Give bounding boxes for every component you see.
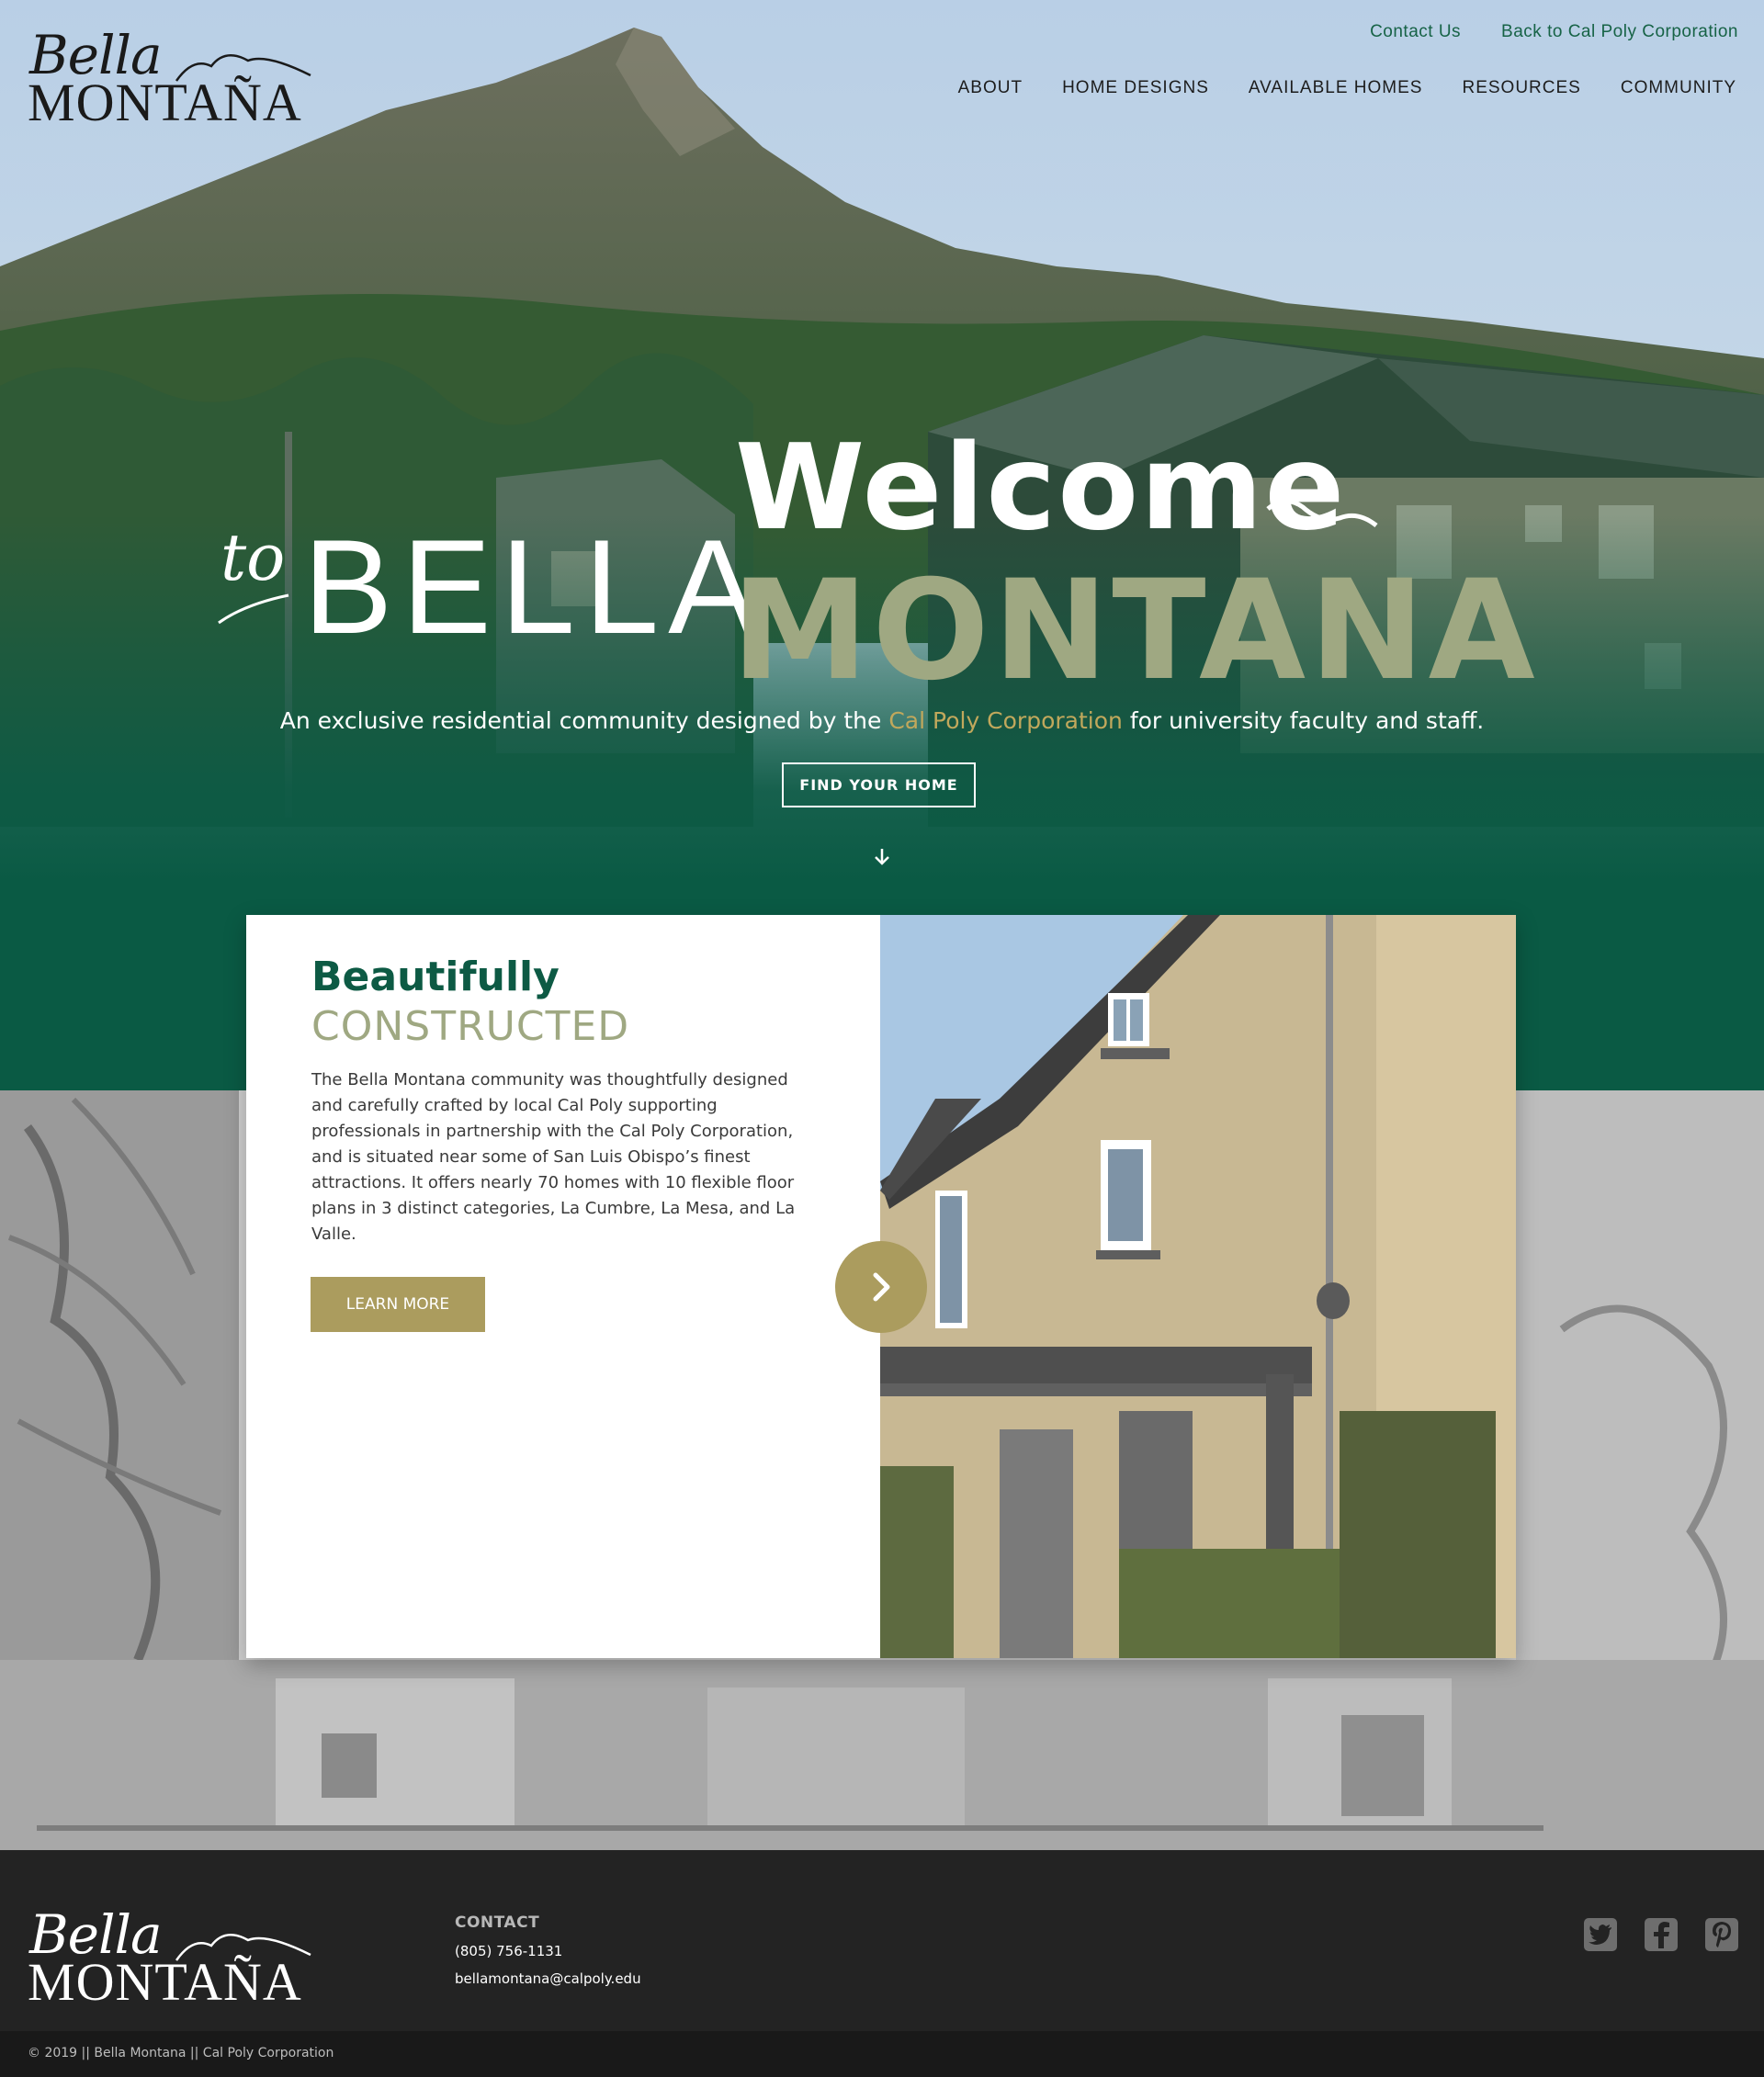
learn-more-button[interactable]: LEARN MORE <box>311 1277 485 1332</box>
contact-title: CONTACT <box>455 1913 540 1932</box>
swoosh-decoration-icon <box>1266 499 1378 527</box>
copyright-bar: © 2019 || Bella Montana || Cal Poly Corp… <box>0 2031 1764 2077</box>
copyright-text: © 2019 || Bella Montana || Cal Poly Corp… <box>28 2046 334 2060</box>
contact-us-link[interactable]: Contact Us <box>1370 22 1461 42</box>
nav-item-home-designs[interactable]: HOME DESIGNS <box>1062 78 1209 98</box>
hero-to-text: to <box>220 520 286 595</box>
tagline-text-start: An exclusive residential community desig… <box>279 707 889 734</box>
feature-heading-light: CONSTRUCTED <box>311 1003 630 1050</box>
feature-heading-bold: Beautifully <box>311 954 560 1000</box>
contact-phone[interactable]: (805) 756-1131 <box>455 1943 641 1959</box>
swoosh-small-decoration-icon <box>218 593 289 625</box>
feature-card-text: Beautifully CONSTRUCTED The Bella Montan… <box>246 915 880 1658</box>
find-your-home-button[interactable]: FIND YOUR HOME <box>782 762 976 807</box>
cal-poly-corporation-link[interactable]: Cal Poly Corporation <box>888 707 1123 734</box>
nav-item-community[interactable]: COMMUNITY <box>1621 78 1736 98</box>
feature-card: Beautifully CONSTRUCTED The Bella Montan… <box>246 915 1516 1658</box>
main-nav: ABOUT HOME DESIGNS AVAILABLE HOMES RESOU… <box>958 78 1736 98</box>
nav-item-available-homes[interactable]: AVAILABLE HOMES <box>1249 78 1423 98</box>
footer-contact: CONTACT (805) 756-1131 bellamontana@calp… <box>455 1913 641 1987</box>
footer-logo[interactable]: Bella MONTAÑA <box>28 1903 322 2012</box>
hero-tagline: An exclusive residential community desig… <box>0 707 1764 734</box>
hero-montana-text: MONTANA <box>731 551 1539 711</box>
tagline-text-end: for university faculty and staff. <box>1122 707 1485 734</box>
site-footer: Bella MONTAÑA CONTACT (805) 756-1131 bel… <box>0 1850 1764 2031</box>
house-photo-image <box>880 915 1516 1658</box>
pinterest-icon[interactable] <box>1705 1918 1738 1951</box>
next-slide-button[interactable] <box>835 1241 927 1333</box>
chevron-right-icon <box>873 1272 890 1302</box>
nav-item-resources[interactable]: RESOURCES <box>1462 78 1580 98</box>
house-photo <box>880 915 1516 1658</box>
feature-body-text: The Bella Montana community was thoughtf… <box>311 1070 796 1244</box>
utility-links: Contact Us Back to Cal Poly Corporation <box>1370 22 1738 42</box>
arrow-down-icon[interactable] <box>871 845 893 869</box>
twitter-icon[interactable] <box>1584 1918 1617 1951</box>
hero-bella-text: BELLA <box>303 512 767 661</box>
facebook-icon[interactable] <box>1645 1918 1678 1951</box>
logo-caps-text: MONTAÑA <box>28 73 302 132</box>
contact-email[interactable]: bellamontana@calpoly.edu <box>455 1970 641 1987</box>
footer-logo-caps-text: MONTAÑA <box>28 1952 302 2012</box>
social-links <box>1584 1918 1738 1951</box>
site-logo[interactable]: Bella MONTAÑA <box>28 24 322 132</box>
back-to-cal-poly-link[interactable]: Back to Cal Poly Corporation <box>1501 22 1738 42</box>
hero-welcome-text: Welcome <box>735 420 1347 557</box>
nav-item-about[interactable]: ABOUT <box>958 78 1023 98</box>
